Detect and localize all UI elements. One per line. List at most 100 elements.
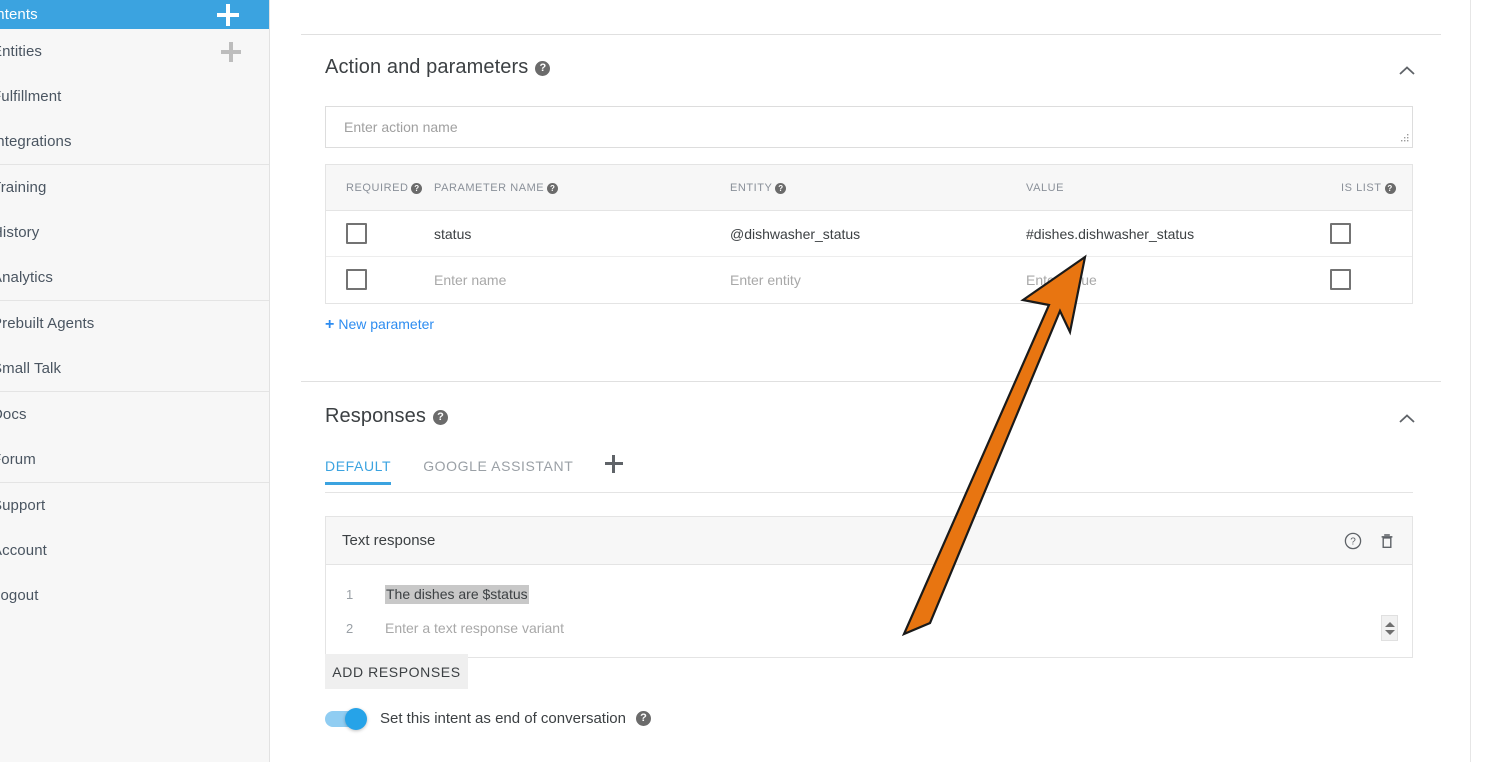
cell-value[interactable]: Enter value bbox=[1026, 272, 1097, 288]
sidebar-item-entities[interactable]: Entities bbox=[0, 29, 269, 74]
required-checkbox[interactable] bbox=[346, 223, 367, 244]
parameters-table-body: status @dishwasher_status #dishes.dishwash… bbox=[326, 211, 1412, 303]
tab-google-assistant[interactable]: GOOGLE ASSISTANT bbox=[423, 458, 573, 485]
action-name-input[interactable]: Enter action name bbox=[325, 106, 1413, 148]
response-text[interactable]: Enter a text response variant bbox=[385, 620, 564, 636]
end-of-conversation-toggle[interactable] bbox=[325, 707, 367, 730]
cell-entity[interactable]: Enter entity bbox=[730, 272, 801, 288]
new-parameter-plus-icon: + bbox=[325, 316, 335, 333]
cell-name[interactable]: Enter name bbox=[434, 272, 506, 288]
required-checkbox[interactable] bbox=[346, 269, 367, 290]
responses-help-icon[interactable]: ? bbox=[432, 410, 448, 425]
toggle-knob bbox=[345, 707, 367, 730]
sidebar-item-label: Logout bbox=[0, 587, 39, 604]
sidebar-item-small-talk[interactable]: Small Talk bbox=[0, 346, 269, 391]
sidebar-item-label: Training bbox=[0, 179, 47, 196]
sidebar-nav: Intents Entities Fulfillment Integrations Tr… bbox=[0, 0, 269, 618]
trash-icon[interactable] bbox=[1378, 532, 1396, 550]
sidebar-item-account[interactable]: Account bbox=[0, 528, 269, 573]
table-row: status @dishwasher_status #dishes.dishwash… bbox=[326, 211, 1412, 257]
cell-name[interactable]: status bbox=[434, 226, 471, 242]
column-header-label: PARAMETER NAME bbox=[434, 182, 545, 194]
column-header-label: ENTITY bbox=[730, 182, 773, 194]
column-header-is-list: IS LIST? bbox=[1341, 182, 1396, 194]
sidebar-item-label: Intents bbox=[0, 6, 38, 23]
column-help-icon[interactable]: ? bbox=[775, 183, 787, 194]
column-header-label: VALUE bbox=[1026, 182, 1065, 194]
sidebar-item-docs[interactable]: Docs bbox=[0, 392, 269, 437]
line-number: 1 bbox=[346, 586, 354, 602]
sidebar-item-support[interactable]: Support bbox=[0, 483, 269, 528]
parameters-table-header: REQUIRED? PARAMETER NAME? ENTITY? VALUE IS L… bbox=[326, 165, 1412, 211]
plus-icon[interactable] bbox=[217, 3, 239, 26]
action-name-placeholder: Enter action name bbox=[344, 119, 458, 135]
resize-grip-icon[interactable] bbox=[1399, 134, 1410, 145]
new-parameter-button[interactable]: + New parameter bbox=[325, 316, 434, 334]
divider-above-action bbox=[301, 34, 1441, 35]
column-header-entity: ENTITY? bbox=[730, 182, 787, 194]
sidebar-item-label: Small Talk bbox=[0, 360, 62, 377]
end-of-conversation-row: Set this intent as end of conversation ? bbox=[325, 707, 651, 730]
right-divider bbox=[1470, 0, 1471, 762]
is-list-checkbox[interactable] bbox=[1330, 269, 1351, 290]
text-response-lines: 1 The dishes are $status 2 Enter a text res… bbox=[326, 565, 1412, 657]
response-line[interactable]: 1 The dishes are $status bbox=[326, 577, 1412, 611]
sidebar-item-analytics[interactable]: Analytics bbox=[0, 255, 269, 300]
sidebar-item-history[interactable]: History bbox=[0, 210, 269, 255]
action-help-icon[interactable]: ? bbox=[535, 61, 551, 76]
sidebar-item-label: Docs bbox=[0, 406, 27, 423]
parameters-table: REQUIRED? PARAMETER NAME? ENTITY? VALUE IS L… bbox=[325, 164, 1413, 304]
sidebar-item-integrations[interactable]: Integrations bbox=[0, 119, 269, 164]
sidebar: Intents Entities Fulfillment Integrations Tr… bbox=[0, 0, 270, 762]
sidebar-item-intents[interactable]: Intents bbox=[0, 0, 269, 29]
sidebar-item-label: Support bbox=[0, 497, 46, 514]
action-collapse-chevron-up-icon[interactable] bbox=[1396, 60, 1418, 82]
tab-default[interactable]: DEFAULT bbox=[325, 458, 392, 485]
add-tab-plus-icon[interactable] bbox=[605, 455, 624, 473]
sidebar-item-fulfillment[interactable]: Fulfillment bbox=[0, 74, 269, 119]
text-response-card-title: Text response bbox=[342, 532, 436, 549]
sidebar-item-forum[interactable]: Forum bbox=[0, 437, 269, 482]
action-section-title: Action and parameters bbox=[325, 56, 529, 78]
app-root: Intents Entities Fulfillment Integrations Tr… bbox=[0, 0, 1488, 762]
action-section-header: Action and parameters? bbox=[325, 56, 551, 79]
text-response-card: Text response ? 1 The dishes are $status 2… bbox=[325, 516, 1413, 658]
spinner-up-arrow[interactable] bbox=[1384, 621, 1395, 627]
response-line[interactable]: 2 Enter a text response variant bbox=[326, 611, 1412, 645]
up-down-spinner-icon[interactable] bbox=[1381, 615, 1398, 641]
spinner-down-arrow[interactable] bbox=[1384, 629, 1395, 635]
add-responses-button[interactable]: ADD RESPONSES bbox=[325, 654, 468, 689]
is-list-checkbox[interactable] bbox=[1330, 223, 1351, 244]
responses-tabs: DEFAULT GOOGLE ASSISTANT bbox=[325, 455, 624, 485]
sidebar-item-prebuilt-agents[interactable]: Prebuilt Agents bbox=[0, 301, 269, 346]
column-header-label: REQUIRED bbox=[346, 182, 409, 194]
column-header-parameter-name: PARAMETER NAME? bbox=[434, 182, 559, 194]
responses-collapse-chevron-up-icon[interactable] bbox=[1396, 408, 1418, 430]
sidebar-item-logout[interactable]: Logout bbox=[0, 573, 269, 618]
cell-value[interactable]: #dishes.dishwasher_status bbox=[1026, 226, 1194, 242]
main-content: Action and parameters? Enter action name… bbox=[271, 0, 1488, 762]
column-help-icon[interactable]: ? bbox=[547, 183, 559, 194]
sidebar-item-training[interactable]: Training bbox=[0, 165, 269, 210]
text-response-card-actions: ? bbox=[1344, 517, 1396, 564]
column-help-icon[interactable]: ? bbox=[1384, 183, 1396, 194]
cell-entity[interactable]: @dishwasher_status bbox=[730, 226, 860, 242]
sidebar-item-label: Integrations bbox=[0, 133, 72, 150]
sidebar-item-label: Account bbox=[0, 542, 47, 559]
plus-icon[interactable] bbox=[221, 41, 241, 62]
sidebar-item-label: Entities bbox=[0, 43, 42, 60]
svg-text:?: ? bbox=[1350, 536, 1356, 547]
sidebar-item-label: Fulfillment bbox=[0, 88, 62, 105]
column-header-value: VALUE bbox=[1026, 182, 1064, 194]
responses-section-title: Responses bbox=[325, 405, 426, 427]
column-help-icon[interactable]: ? bbox=[411, 183, 423, 194]
response-text[interactable]: The dishes are $status bbox=[385, 584, 529, 604]
responses-section-header: Responses? bbox=[325, 405, 448, 428]
sidebar-item-label: History bbox=[0, 224, 40, 241]
end-of-conversation-help-icon[interactable]: ? bbox=[635, 711, 651, 726]
help-circle-icon[interactable]: ? bbox=[1344, 532, 1362, 550]
line-number: 2 bbox=[346, 620, 354, 636]
divider-above-responses bbox=[301, 381, 1441, 382]
sidebar-item-label: Forum bbox=[0, 451, 36, 468]
column-header-label: IS LIST bbox=[1341, 182, 1382, 194]
